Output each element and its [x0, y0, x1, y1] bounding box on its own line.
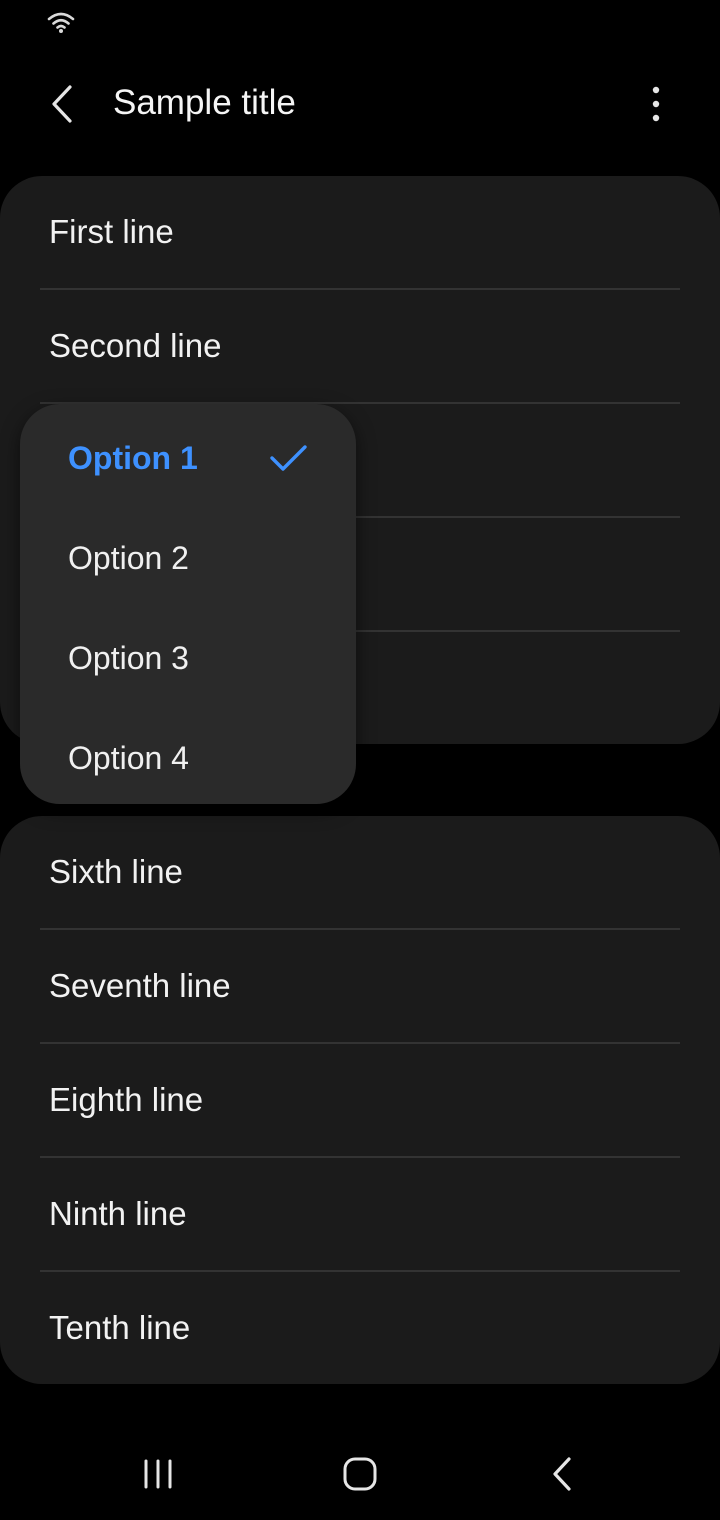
list-item-label: Second line	[49, 327, 222, 364]
menu-option-1[interactable]: Option 1	[20, 408, 356, 508]
menu-option-label: Option 4	[68, 739, 189, 776]
wifi-icon	[47, 12, 75, 33]
list-item-label: Ninth line	[49, 1195, 187, 1232]
menu-option-label: Option 2	[68, 539, 189, 576]
app-bar: Sample title	[0, 60, 720, 146]
back-icon	[553, 1457, 571, 1491]
list-card-2: Sixth line Seventh line Eighth line Nint…	[0, 816, 720, 1384]
nav-back-button[interactable]	[532, 1446, 592, 1502]
navigation-bar	[0, 1424, 720, 1520]
menu-option-4[interactable]: Option 4	[20, 708, 356, 808]
home-icon	[343, 1457, 377, 1491]
menu-option-2[interactable]: Option 2	[20, 508, 356, 608]
recents-icon	[144, 1459, 172, 1489]
more-options-button[interactable]	[632, 78, 680, 130]
menu-option-label: Option 3	[68, 639, 189, 676]
recents-button[interactable]	[128, 1446, 188, 1502]
page-title: Sample title	[113, 83, 296, 122]
home-button[interactable]	[330, 1446, 390, 1502]
list-item[interactable]: Sixth line	[0, 816, 720, 930]
more-vert-icon	[652, 86, 660, 122]
chevron-left-icon	[52, 85, 72, 123]
status-bar	[0, 0, 720, 48]
list-item[interactable]: First line	[0, 176, 720, 290]
list-item[interactable]: Second line	[0, 290, 720, 404]
check-icon	[270, 445, 307, 471]
list-item-label: Seventh line	[49, 967, 231, 1004]
list-item-label: Tenth line	[49, 1309, 191, 1346]
menu-option-3[interactable]: Option 3	[20, 608, 356, 708]
menu-option-label: Option 1	[68, 439, 198, 476]
list-item-label: First line	[49, 213, 174, 250]
list-item-label: Eighth line	[49, 1081, 204, 1118]
list-item[interactable]: Ninth line	[0, 1158, 720, 1272]
list-item[interactable]: Seventh line	[0, 930, 720, 1044]
popup-menu: Option 1 Option 2 Option 3 Option 4	[20, 404, 356, 804]
back-button[interactable]	[34, 78, 90, 130]
list-item-label: Sixth line	[49, 853, 183, 890]
list-item[interactable]: Tenth line	[0, 1272, 720, 1384]
list-item[interactable]: Eighth line	[0, 1044, 720, 1158]
